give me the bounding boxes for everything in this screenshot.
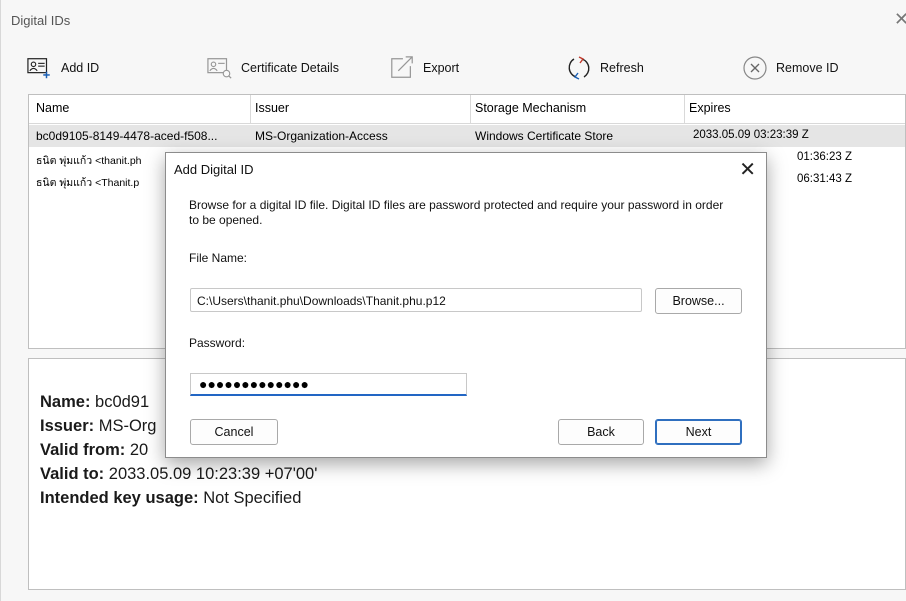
certificate-details-icon (207, 55, 233, 81)
browse-button[interactable]: Browse... (655, 288, 742, 314)
add-id-button[interactable]: Add ID (27, 52, 99, 84)
list-row[interactable]: bc0d9105-8149-4478-aced-f508... MS-Organ… (29, 125, 905, 147)
detail-key-usage-label: Intended key usage: (40, 489, 199, 507)
export-button[interactable]: Export (389, 52, 459, 84)
detail-valid-to-label: Valid to: (40, 465, 105, 483)
add-digital-id-dialog: Add Digital ID ✕ Browse for a digital ID… (165, 152, 767, 458)
dialog-description: Browse for a digital ID file. Digital ID… (189, 198, 724, 227)
column-divider[interactable] (250, 95, 251, 123)
refresh-icon (566, 55, 592, 81)
row-expires: 2033.05.09 03:23:39 Z (693, 129, 809, 141)
remove-id-button[interactable]: Remove ID (742, 52, 839, 84)
certificate-details-button[interactable]: Certificate Details (207, 52, 339, 84)
detail-valid-from: Valid from: 20 (40, 441, 148, 460)
file-name-label: File Name: (189, 251, 248, 265)
row-name: ธนิต พุ่มแก้ว <thanit.ph (36, 155, 142, 167)
export-icon (389, 55, 415, 81)
refresh-label: Refresh (600, 61, 644, 75)
detail-valid-to-value: 2033.05.09 10:23:39 +07'00' (108, 465, 318, 483)
row-expires: 06:31:43 Z (797, 173, 852, 185)
list-header: Name Issuer Storage Mechanism Expires (29, 95, 905, 124)
detail-issuer-label: Issuer: (40, 417, 95, 435)
detail-name: Name: bc0d91 (40, 393, 149, 412)
detail-name-label: Name: (40, 393, 91, 411)
detail-issuer: Issuer: MS-Org (40, 417, 156, 436)
dialog-close-icon[interactable]: ✕ (739, 157, 756, 182)
detail-key-usage: Intended key usage: Not Specified (40, 489, 301, 508)
column-divider[interactable] (470, 95, 471, 123)
refresh-button[interactable]: Refresh (566, 52, 644, 84)
row-name: bc0d9105-8149-4478-aced-f508... (36, 129, 218, 143)
file-name-input[interactable]: C:\Users\thanit.phu\Downloads\Thanit.phu… (190, 288, 642, 312)
detail-valid-to: Valid to: 2033.05.09 10:23:39 +07'00' (40, 465, 317, 484)
column-header-issuer[interactable]: Issuer (255, 101, 289, 115)
add-id-label: Add ID (61, 61, 100, 75)
row-expires: 01:36:23 Z (797, 151, 852, 163)
detail-key-usage-value: Not Specified (203, 489, 302, 507)
detail-issuer-value: MS-Org (98, 417, 157, 435)
column-header-expires[interactable]: Expires (689, 101, 731, 115)
remove-icon (742, 55, 768, 81)
window-title: Digital IDs (11, 13, 71, 28)
password-input[interactable]: ●●●●●●●●●●●●● (190, 373, 467, 396)
window-close-icon[interactable]: ✕ (894, 9, 906, 30)
certificate-details-label: Certificate Details (241, 61, 339, 75)
row-issuer: MS-Organization-Access (255, 129, 388, 143)
cancel-button[interactable]: Cancel (190, 419, 278, 445)
column-header-storage[interactable]: Storage Mechanism (475, 101, 586, 115)
add-id-icon (27, 55, 53, 81)
back-button[interactable]: Back (558, 419, 644, 445)
row-storage: Windows Certificate Store (475, 129, 614, 143)
detail-name-value: bc0d91 (95, 393, 150, 411)
toolbar: Add ID Certificate Details Export Refres… (27, 52, 887, 84)
password-label: Password: (189, 336, 246, 350)
remove-id-label: Remove ID (776, 61, 839, 75)
column-divider[interactable] (684, 95, 685, 123)
export-label: Export (423, 61, 460, 75)
detail-valid-from-label: Valid from: (40, 441, 126, 459)
row-name: ธนิต พุ่มแก้ว <Thanit.p (36, 177, 140, 189)
detail-valid-from-value: 20 (129, 441, 149, 459)
dialog-title: Add Digital ID (174, 162, 254, 177)
column-header-name[interactable]: Name (36, 101, 69, 115)
next-button[interactable]: Next (655, 419, 742, 445)
